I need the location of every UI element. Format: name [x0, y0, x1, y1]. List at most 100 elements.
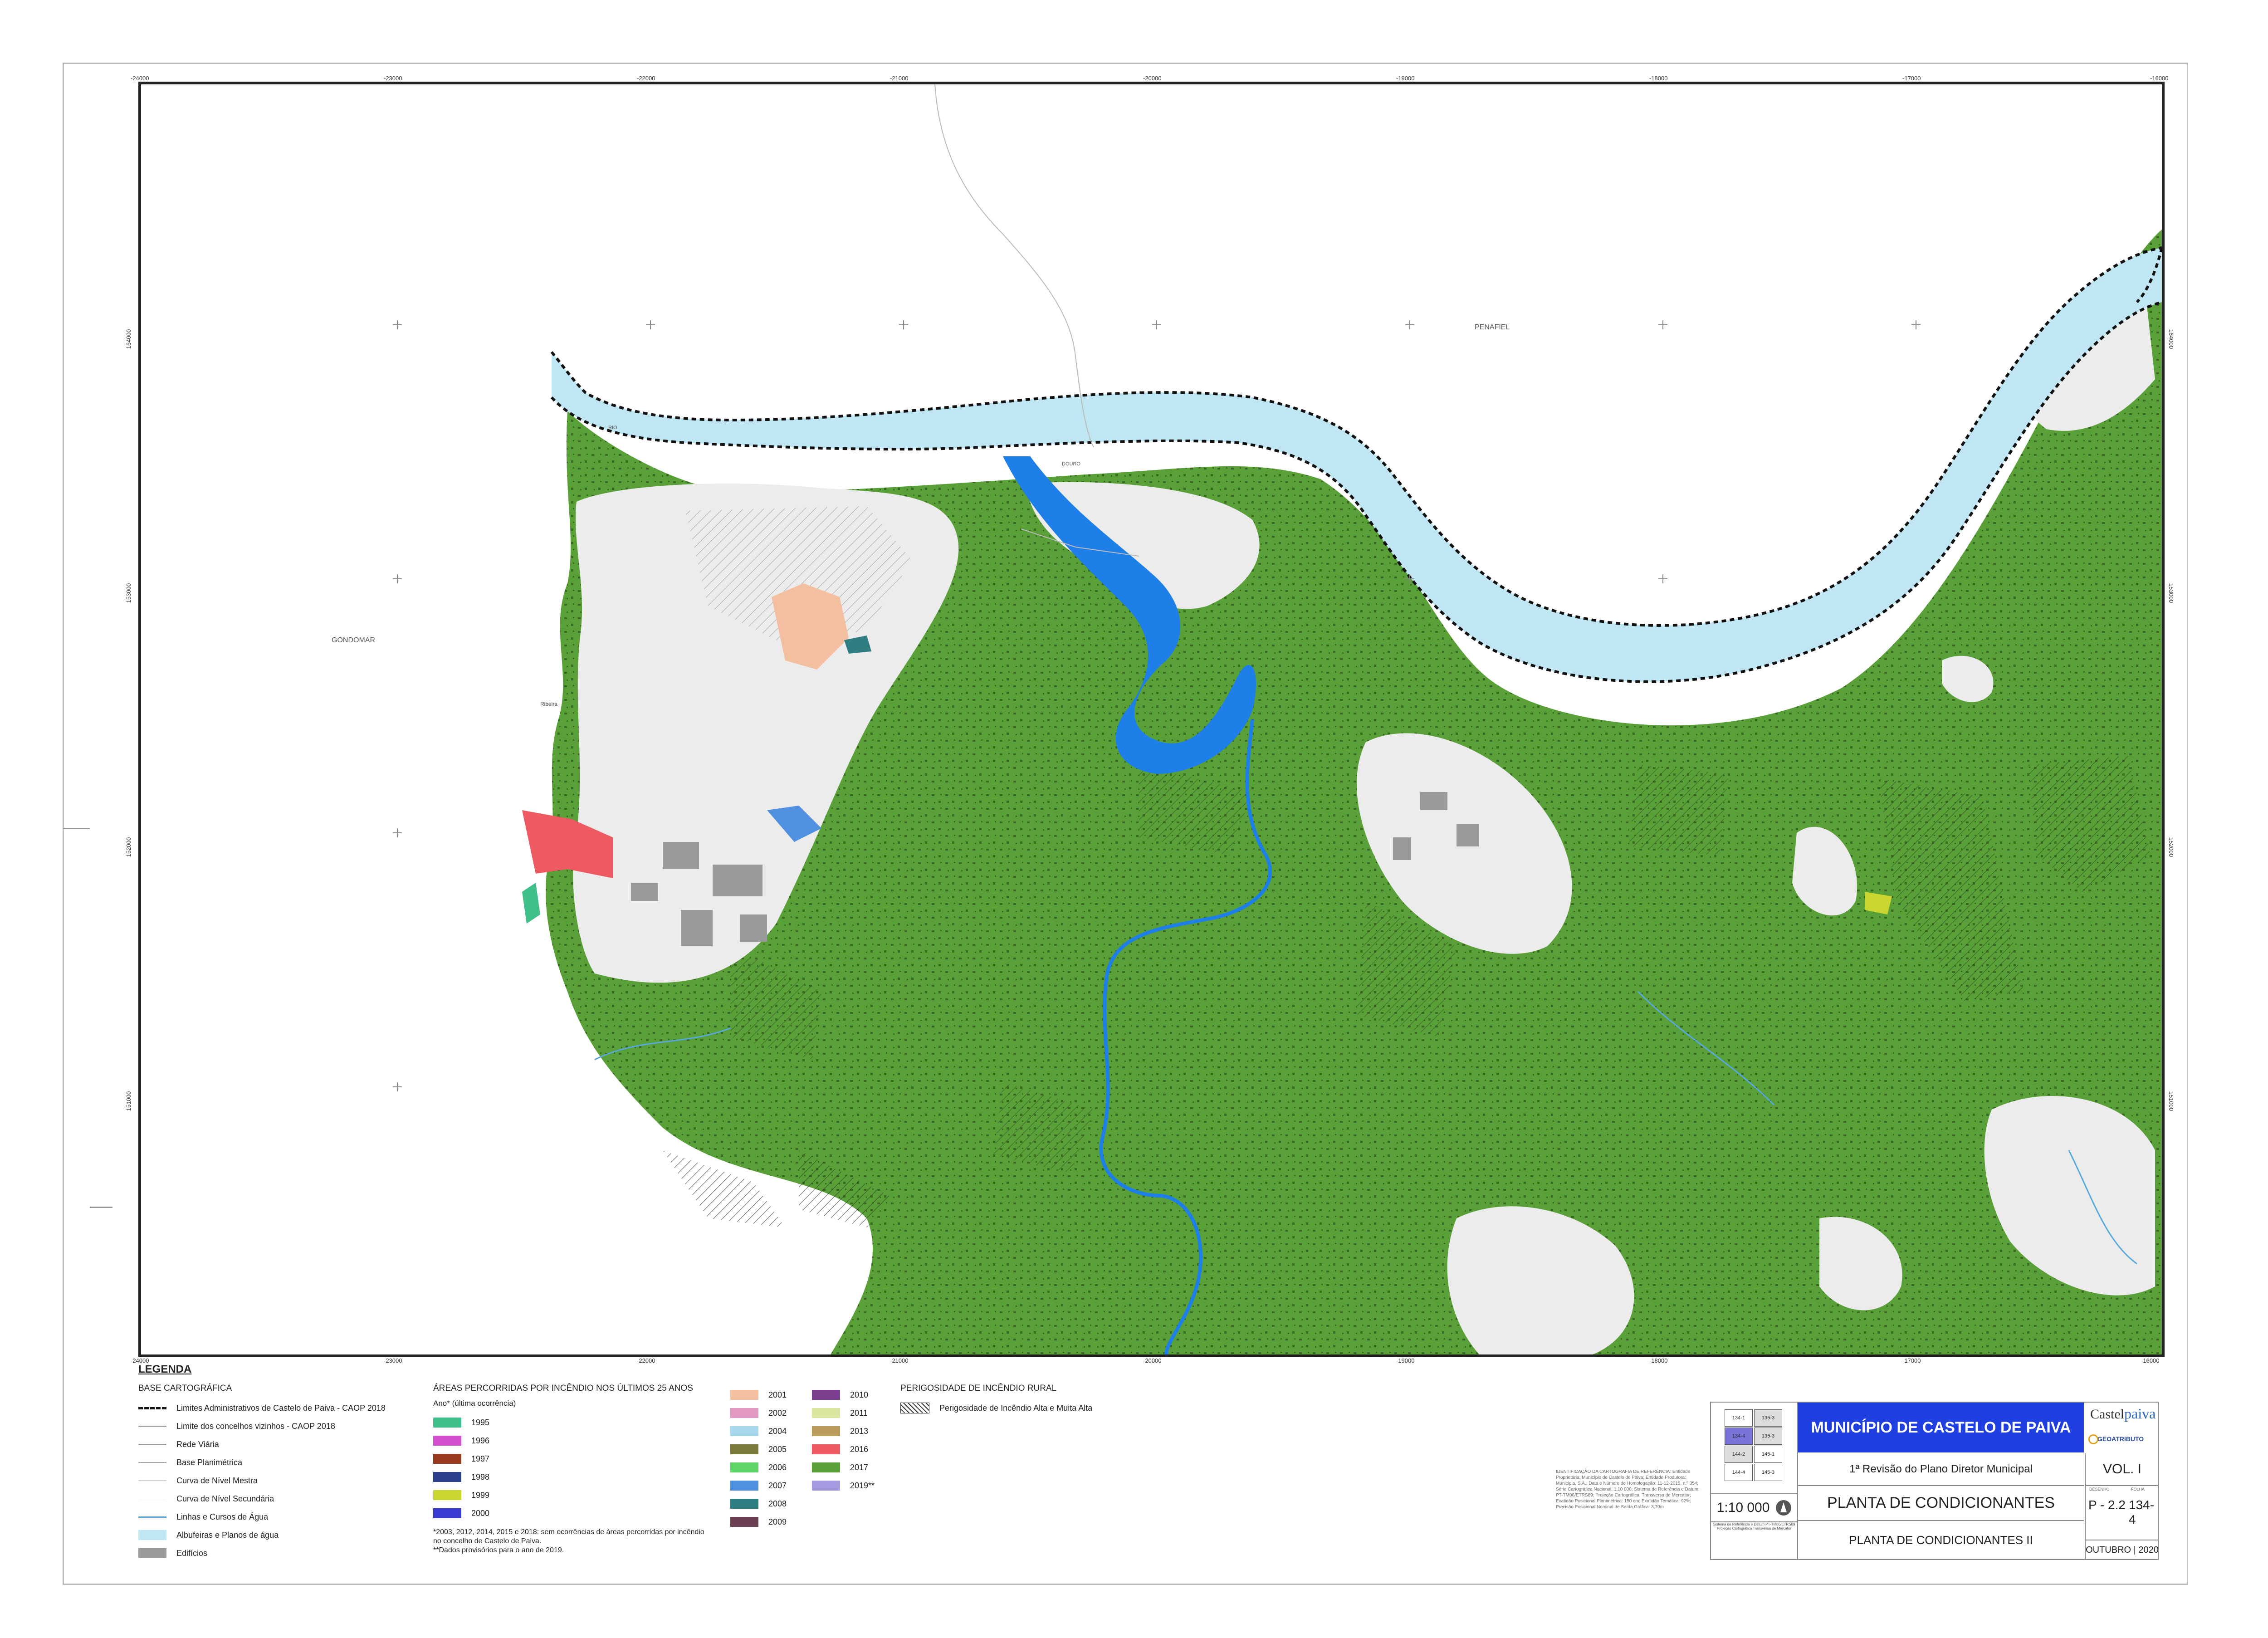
legend-base-heading: BASE CARTOGRÁFICA [138, 1384, 232, 1393]
legend-item: Limites Administrativos de Castelo de Pa… [138, 1399, 411, 1417]
geoatributo-icon [2088, 1434, 2098, 1444]
legend-item-label: 1997 [471, 1454, 490, 1463]
legend-item: Albufeiras e Planos de água [138, 1526, 411, 1544]
legend-item-label: Albufeiras e Planos de água [176, 1530, 279, 1540]
color-swatch [730, 1517, 758, 1527]
legend-item-label: 2000 [471, 1508, 490, 1518]
index-cell: 144-4 [1725, 1464, 1753, 1481]
legend-fire-year: 2006 [730, 1458, 798, 1477]
legend-item-label: 1998 [471, 1472, 490, 1482]
line-swatch [138, 1480, 166, 1481]
legend-fire-note: no concelho de Castelo de Paiva. [433, 1537, 542, 1545]
line-swatch [138, 1516, 166, 1518]
y-tick: 152000 [125, 837, 132, 857]
y-tick: 152000 [2168, 837, 2175, 857]
legend-fire-year: 1997 [433, 1450, 728, 1468]
line-swatch [138, 1443, 166, 1445]
legend-item-label: Linhas e Cursos de Água [176, 1512, 269, 1521]
reference-system: Sistema de Referência e Datum PT-TM06/ET… [1711, 1522, 1798, 1559]
x-tick: -22000 [637, 75, 655, 82]
volume: VOL. I [2086, 1453, 2159, 1486]
index-cell: 144-2 [1725, 1446, 1753, 1463]
x-tick: -19000 [1396, 75, 1415, 82]
legend-item-label: 1995 [471, 1418, 490, 1427]
y-tick: 151000 [125, 1091, 132, 1111]
sheet-index: 134-1 135-3 134-4 135-3 144-2 145-1 144-… [1711, 1403, 1798, 1494]
geoatributo-logo: GEOATRIBUTO [2097, 1435, 2144, 1442]
color-swatch [433, 1436, 461, 1446]
color-swatch [433, 1472, 461, 1482]
hatch-swatch [900, 1403, 929, 1413]
cut-mark [90, 1207, 112, 1208]
x-tick: -21000 [890, 1357, 909, 1364]
legend-fire-year: 1998 [433, 1468, 728, 1486]
color-swatch [730, 1462, 758, 1472]
legend-item: Edifícios [138, 1544, 411, 1562]
cartography-note: IDENTIFICAÇÃO DA CARTOGRAFIA DE REFERÊNC… [1556, 1469, 1700, 1510]
scale-label: 1:10 000 [1716, 1500, 1770, 1515]
legend-fire-year: 2009 [730, 1513, 798, 1531]
legend-item-label: 2009 [768, 1517, 787, 1526]
x-tick: -16000 [2141, 1357, 2160, 1364]
legend-item-label: 1999 [471, 1490, 490, 1500]
sheet-number: 134-4 [2129, 1498, 2155, 1526]
x-tick: -17000 [1902, 75, 1921, 82]
legend-fire-year: 2005 [730, 1440, 798, 1458]
x-tick: -21000 [890, 75, 909, 82]
x-tick: -18000 [1649, 1357, 1668, 1364]
legend-item-label: Limites Administrativos de Castelo de Pa… [176, 1403, 386, 1413]
map-canvas[interactable]: PENAFIEL GONDOMAR Ribeira DOURO RIO [138, 82, 2165, 1357]
x-tick: -23000 [384, 1357, 402, 1364]
place-label-penafiel: PENAFIEL [1475, 323, 1510, 331]
municipality-header: MUNICÍPIO DE CASTELO DE PAIVA [1798, 1403, 2084, 1452]
color-swatch [812, 1481, 840, 1491]
legend-fire-year: 2000 [433, 1504, 728, 1522]
legend-fire-year: 2010 [812, 1386, 880, 1404]
legend-item-label: Base Planimétrica [176, 1457, 243, 1467]
legend-item-label: 2017 [850, 1462, 869, 1472]
legend-fire-note: **Dados provisórios para o ano de 2019. [433, 1546, 564, 1554]
map-svg: PENAFIEL GONDOMAR Ribeira DOURO RIO [332, 84, 2162, 1354]
color-swatch [812, 1408, 840, 1418]
legend-item-label: 2013 [850, 1426, 869, 1436]
legend-item-label: 2011 [850, 1408, 868, 1418]
cut-mark [63, 828, 90, 829]
x-tick: -17000 [1902, 1357, 1921, 1364]
legend-fire-year: 2004 [730, 1422, 798, 1440]
map-title: PLANTA DE CONDICIONANTES [1798, 1486, 2084, 1521]
date: OUTUBRO | 2020 [2086, 1540, 2159, 1560]
place-label-rio: RIO [608, 425, 617, 430]
legend-fire-year: 2008 [730, 1495, 798, 1513]
logo-area: Castelpaiva GEOATRIBUTO [2085, 1403, 2158, 1452]
color-swatch [433, 1418, 461, 1428]
x-tick: -22000 [637, 1357, 655, 1364]
legend-risk: PERIGOSIDADE DE INCÊNDIO RURAL Perigosid… [900, 1384, 1154, 1417]
color-swatch [433, 1508, 461, 1518]
index-cell: 134-1 [1725, 1409, 1753, 1427]
legend-fire-note: *2003, 2012, 2014, 2015 e 2018: sem ocor… [433, 1528, 704, 1536]
color-swatch [812, 1390, 840, 1400]
legend-fire-year: 2017 [812, 1458, 880, 1477]
color-swatch [138, 1530, 166, 1540]
legend-risk-heading: PERIGOSIDADE DE INCÊNDIO RURAL [900, 1384, 1057, 1393]
scale: 1:10 000 [1711, 1494, 1798, 1522]
sheet-info: VOL. I DESENHO FOLHA P - 2.2 134-4 OUTUB… [2085, 1453, 2159, 1559]
legend-item: Linhas e Cursos de Água [138, 1508, 411, 1526]
color-swatch [730, 1499, 758, 1509]
legend-fire-subheading: Ano* (última ocorrência) [433, 1399, 516, 1408]
legend-item: Rede Viária [138, 1435, 411, 1453]
legend-fire-year: 2011 [812, 1404, 880, 1422]
legend-fire-year: 1995 [433, 1413, 728, 1432]
legend-item-label: 2005 [768, 1444, 787, 1454]
legend-item-label: 2006 [768, 1462, 787, 1472]
color-swatch [433, 1454, 461, 1464]
legend-item-label: 2007 [768, 1481, 787, 1490]
legend-fire-year: 2002 [730, 1404, 798, 1422]
line-swatch [138, 1426, 166, 1427]
legend-item-label: Edifícios [176, 1548, 208, 1558]
x-tick: -16000 [2150, 75, 2169, 82]
legend-item-label: Limite dos concelhos vizinhos - CAOP 201… [176, 1421, 335, 1431]
legend-fire-col2: 2001 2002 2004 2005 2006 2007 2008 2009 [730, 1386, 798, 1531]
drawing-code: P - 2.2 [2088, 1498, 2126, 1512]
legend-item-label: Curva de Nível Mestra [176, 1476, 258, 1485]
